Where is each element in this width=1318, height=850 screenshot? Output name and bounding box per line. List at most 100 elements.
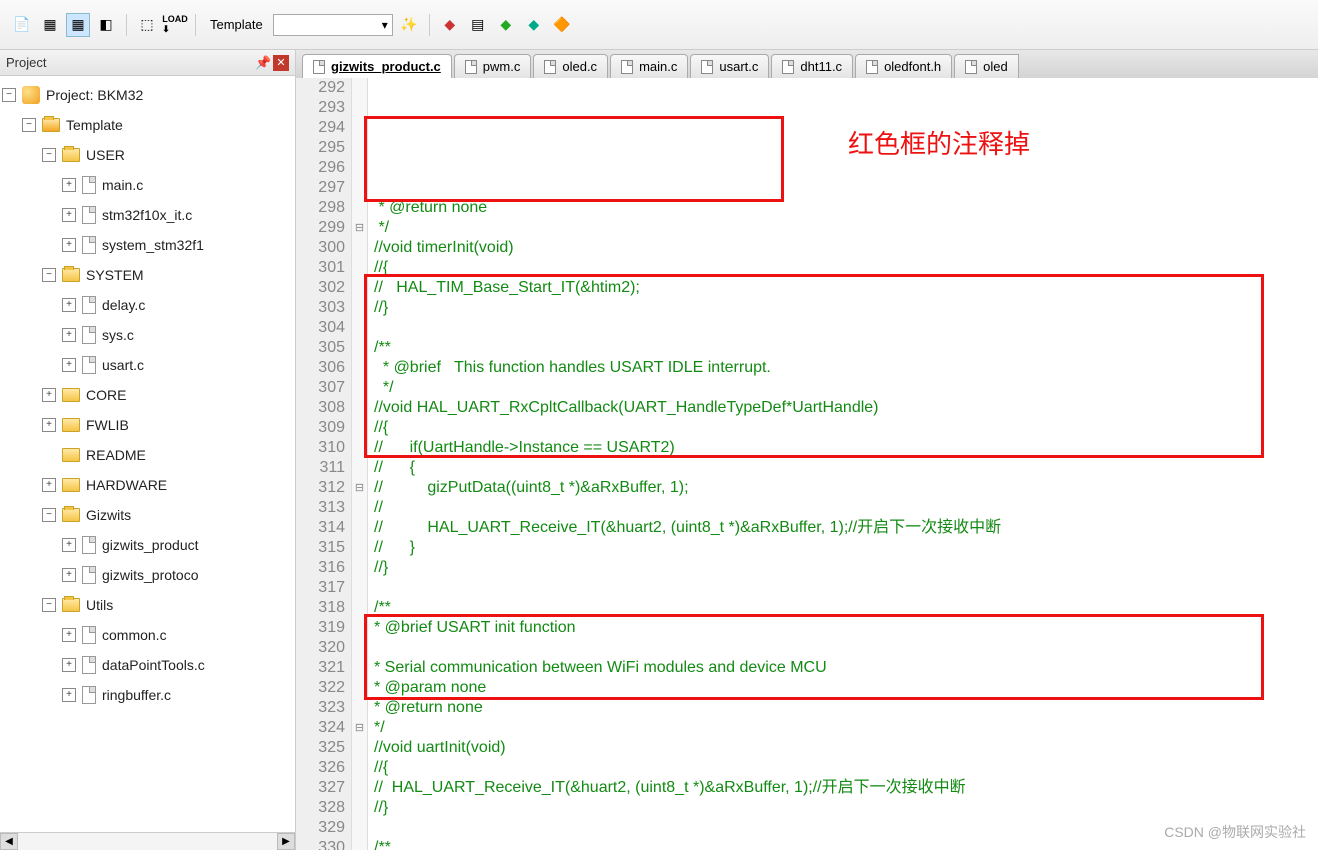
expand-toggle[interactable]: + [62, 658, 76, 672]
expand-toggle[interactable]: + [62, 328, 76, 342]
code-line[interactable]: // HAL_UART_Receive_IT(&huart2, (uint8_t… [374, 778, 1318, 798]
code-line[interactable]: // gizPutData((uint8_t *)&aRxBuffer, 1); [374, 478, 1318, 498]
expand-toggle[interactable]: + [62, 238, 76, 252]
tree-node[interactable]: +CORE [2, 380, 293, 410]
code-line[interactable]: */ [374, 718, 1318, 738]
tool-icon-teal[interactable]: ◆ [522, 13, 546, 37]
tree-node[interactable]: README [2, 440, 293, 470]
tree-node[interactable]: +main.c [2, 170, 293, 200]
close-icon[interactable]: ✕ [273, 55, 289, 71]
tree-node[interactable]: +HARDWARE [2, 470, 293, 500]
tree-node[interactable]: +sys.c [2, 320, 293, 350]
code-line[interactable] [374, 578, 1318, 598]
code-line[interactable]: /** [374, 598, 1318, 618]
expand-toggle[interactable]: + [62, 628, 76, 642]
code-line[interactable]: // HAL_UART_Receive_IT(&huart2, (uint8_t… [374, 518, 1318, 538]
editor-tab[interactable]: oled [954, 54, 1019, 78]
expand-toggle[interactable]: + [62, 538, 76, 552]
expand-toggle[interactable]: + [62, 358, 76, 372]
code-line[interactable]: // if(UartHandle->Instance == USART2) [374, 438, 1318, 458]
tree-node[interactable]: +gizwits_protoco [2, 560, 293, 590]
code-line[interactable]: // [374, 498, 1318, 518]
editor-tab[interactable]: pwm.c [454, 54, 532, 78]
scroll-left-icon[interactable]: ◀ [0, 833, 18, 850]
code-line[interactable]: * @brief USART init function [374, 618, 1318, 638]
code-line[interactable]: //} [374, 798, 1318, 818]
code-line[interactable] [374, 638, 1318, 658]
tree-node[interactable]: +stm32f10x_it.c [2, 200, 293, 230]
code-line[interactable]: // { [374, 458, 1318, 478]
editor-tab[interactable]: gizwits_product.c [302, 54, 452, 78]
expand-toggle[interactable]: + [42, 478, 56, 492]
code-line[interactable]: //{ [374, 758, 1318, 778]
code-line[interactable]: */ [374, 378, 1318, 398]
tool-icon-1[interactable]: 📄 [10, 13, 34, 37]
code-line[interactable]: // HAL_TIM_Base_Start_IT(&htim2); [374, 278, 1318, 298]
code-line[interactable]: //{ [374, 258, 1318, 278]
code-line[interactable]: // } [374, 538, 1318, 558]
code-line[interactable]: */ [374, 218, 1318, 238]
expand-toggle[interactable]: − [42, 598, 56, 612]
editor-tab[interactable]: oled.c [533, 54, 608, 78]
tree-node[interactable]: +system_stm32f1 [2, 230, 293, 260]
editor-tab[interactable]: main.c [610, 54, 688, 78]
editor-tab[interactable]: oledfont.h [855, 54, 952, 78]
fold-toggle[interactable]: ⊟ [352, 218, 367, 238]
tool-icon-4[interactable]: ◧ [94, 13, 118, 37]
code-line[interactable]: //} [374, 298, 1318, 318]
tool-icon-stack[interactable]: ▤ [466, 13, 490, 37]
tree-node[interactable]: −Template [2, 110, 293, 140]
tree-node[interactable]: +dataPointTools.c [2, 650, 293, 680]
fold-gutter[interactable]: ⊟ ⊟ ⊟ [352, 78, 368, 850]
expand-toggle[interactable]: − [42, 508, 56, 522]
tree-node[interactable]: −USER [2, 140, 293, 170]
horizontal-scrollbar[interactable]: ◀ ▶ [0, 832, 295, 850]
tool-load-icon[interactable]: LOAD⬇ [163, 13, 187, 37]
tool-icon-3[interactable]: ▦ [66, 13, 90, 37]
tree-node[interactable]: −Utils [2, 590, 293, 620]
expand-toggle[interactable]: − [2, 88, 16, 102]
tool-icon-green[interactable]: ◆ [494, 13, 518, 37]
code-line[interactable]: * @brief This function handles USART IDL… [374, 358, 1318, 378]
tool-icon-multi[interactable]: 🔶 [550, 13, 574, 37]
tree-root[interactable]: − Project: BKM32 [2, 80, 293, 110]
tree-node[interactable]: +common.c [2, 620, 293, 650]
expand-toggle[interactable] [42, 448, 56, 462]
expand-toggle[interactable]: − [42, 148, 56, 162]
code-line[interactable]: * @return none [374, 198, 1318, 218]
tool-wand-icon[interactable]: ✨ [397, 13, 421, 37]
expand-toggle[interactable]: + [62, 298, 76, 312]
tree-node[interactable]: +usart.c [2, 350, 293, 380]
project-tree[interactable]: − Project: BKM32 −Template−USER+main.c+s… [0, 76, 295, 832]
editor-tab[interactable]: usart.c [690, 54, 769, 78]
code-line[interactable]: //void HAL_UART_RxCpltCallback(UART_Hand… [374, 398, 1318, 418]
editor-tab[interactable]: dht11.c [771, 54, 853, 78]
code-line[interactable] [374, 318, 1318, 338]
tool-icon-5[interactable]: ⬚ [135, 13, 159, 37]
tool-icon-2[interactable]: ▦ [38, 13, 62, 37]
code-line[interactable]: //{ [374, 418, 1318, 438]
tree-node[interactable]: +ringbuffer.c [2, 680, 293, 710]
code-area[interactable]: 2922932942952962972982993003013023033043… [296, 78, 1318, 850]
pin-icon[interactable]: 📌 [255, 55, 269, 69]
tree-node[interactable]: −SYSTEM [2, 260, 293, 290]
expand-toggle[interactable]: + [62, 178, 76, 192]
tool-icon-red[interactable]: ◆ [438, 13, 462, 37]
expand-toggle[interactable]: − [42, 268, 56, 282]
code-line[interactable]: //void uartInit(void) [374, 738, 1318, 758]
tree-node[interactable]: +FWLIB [2, 410, 293, 440]
code-line[interactable]: /** [374, 338, 1318, 358]
tree-node[interactable]: −Gizwits [2, 500, 293, 530]
code-lines[interactable]: 红色框的注释掉 * @return none *///void timerIni… [368, 78, 1318, 850]
fold-toggle[interactable]: ⊟ [352, 718, 367, 738]
code-line[interactable]: * @return none [374, 698, 1318, 718]
code-line[interactable]: * Serial communication between WiFi modu… [374, 658, 1318, 678]
toolbar-dropdown[interactable]: ▾ [273, 14, 393, 36]
expand-toggle[interactable]: − [22, 118, 36, 132]
tree-node[interactable]: +delay.c [2, 290, 293, 320]
expand-toggle[interactable]: + [62, 688, 76, 702]
fold-toggle[interactable]: ⊟ [352, 478, 367, 498]
code-line[interactable]: * @param none [374, 678, 1318, 698]
expand-toggle[interactable]: + [42, 418, 56, 432]
code-line[interactable]: //} [374, 558, 1318, 578]
